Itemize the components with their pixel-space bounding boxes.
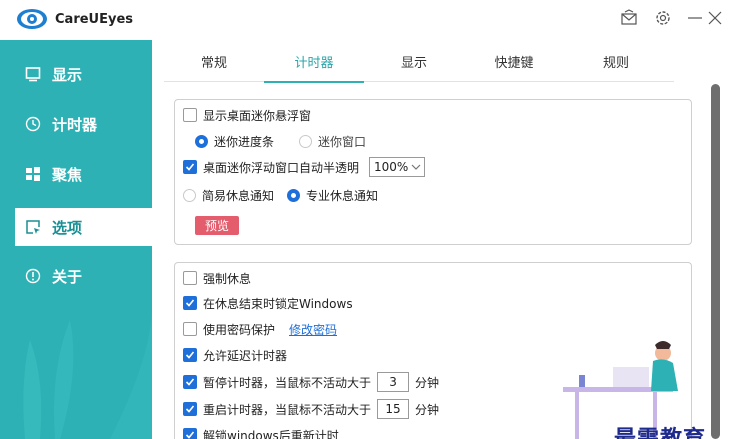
info-icon <box>24 267 42 285</box>
simple-notify-radio[interactable] <box>183 188 196 202</box>
mail-button[interactable] <box>617 6 641 30</box>
minimize-icon <box>688 17 702 19</box>
force-rest-option[interactable]: 强制休息 <box>183 268 251 288</box>
tab-rules[interactable]: 规则 <box>588 40 644 82</box>
gear-icon <box>656 11 670 25</box>
restart-timer-label: 重启计时器，当鼠标不活动大于 <box>203 402 372 417</box>
unlock-restart-label: 解锁windows后重新计时 <box>203 428 339 439</box>
checkmark-icon <box>185 405 195 413</box>
sidebar-item-label: 计时器 <box>52 115 98 134</box>
sidebar-item-label: 显示 <box>52 65 83 84</box>
semi-transparent-option[interactable]: 桌面迷你浮动窗口自动半透明 100% <box>183 157 426 177</box>
restart-timer-checkbox[interactable] <box>183 402 197 416</box>
unlock-restart-checkbox[interactable] <box>183 428 197 439</box>
opacity-value: 100% <box>374 160 409 174</box>
mini-window-label: 显示桌面迷你悬浮窗 <box>203 108 312 123</box>
mini-progress-option[interactable]: 迷你进度条 <box>195 131 274 151</box>
pause-unit-label: 分钟 <box>415 375 440 390</box>
semi-transparent-checkbox[interactable] <box>183 160 197 174</box>
password-label: 使用密码保护 <box>203 322 276 337</box>
app-logo-eye-icon <box>16 8 48 30</box>
grid-icon <box>24 165 42 183</box>
unlock-restart-option[interactable]: 解锁windows后重新计时 <box>183 425 339 439</box>
chevron-down-icon <box>411 164 421 170</box>
lock-windows-option[interactable]: 在休息结束时锁定Windows <box>183 293 353 313</box>
mini-window-option[interactable]: 显示桌面迷你悬浮窗 <box>183 105 311 125</box>
pause-timer-label: 暂停计时器，当鼠标不活动大于 <box>203 375 372 390</box>
tab-display[interactable]: 显示 <box>386 40 442 82</box>
checkmark-icon <box>185 351 195 359</box>
pause-minutes-input[interactable]: 3 <box>377 372 410 392</box>
preview-button[interactable]: 预览 <box>195 216 239 235</box>
sidebar-item-focus[interactable]: 聚焦 <box>0 155 152 193</box>
change-password-link[interactable]: 修改密码 <box>289 321 337 338</box>
scrollbar-thumb[interactable] <box>711 84 720 439</box>
restart-timer-option[interactable]: 重启计时器，当鼠标不活动大于 15 分钟 <box>183 399 439 419</box>
watermark: 最需教育 <box>614 426 707 439</box>
force-rest-label: 强制休息 <box>203 271 252 286</box>
sidebar-item-label: 聚焦 <box>52 165 83 184</box>
lock-windows-checkbox[interactable] <box>183 296 197 310</box>
simple-notify-option[interactable]: 简易休息通知 <box>183 185 274 205</box>
mini-window-checkbox[interactable] <box>183 108 197 122</box>
simple-notify-label: 简易休息通知 <box>202 188 275 203</box>
mini-window-option-label: 迷你窗口 <box>318 134 367 149</box>
mini-progress-label: 迷你进度条 <box>214 134 275 149</box>
allow-delay-label: 允许延迟计时器 <box>203 348 288 363</box>
allow-delay-option[interactable]: 允许延迟计时器 <box>183 345 287 365</box>
semi-transparent-label: 桌面迷你浮动窗口自动半透明 <box>203 160 360 175</box>
tab-general[interactable]: 常规 <box>186 40 242 82</box>
password-option[interactable]: 使用密码保护 修改密码 <box>183 319 337 339</box>
settings-button[interactable] <box>651 6 675 30</box>
mini-window-panel: 显示桌面迷你悬浮窗 迷你进度条 迷你窗口 桌面迷你浮动窗口自动半透明 100% … <box>174 99 692 245</box>
rest-settings-panel: 强制休息 在休息结束时锁定Windows 使用密码保护 修改密码 允许延迟计时器… <box>174 262 692 439</box>
monitor-icon <box>24 65 42 83</box>
cursor-window-icon <box>24 218 42 236</box>
pause-timer-checkbox[interactable] <box>183 375 197 389</box>
pause-timer-option[interactable]: 暂停计时器，当鼠标不活动大于 3 分钟 <box>183 372 439 392</box>
sidebar-item-display[interactable]: 显示 <box>0 55 152 93</box>
close-button[interactable] <box>703 6 727 30</box>
sidebar-item-label: 关于 <box>52 267 83 286</box>
checkmark-icon <box>185 378 195 386</box>
mini-window-type-option[interactable]: 迷你窗口 <box>299 131 366 151</box>
sidebar-item-options[interactable]: 选项 <box>15 208 152 246</box>
tab-hotkeys[interactable]: 快捷键 <box>484 40 544 82</box>
envelope-icon <box>621 9 637 25</box>
title-bar: CareUEyes <box>0 0 735 40</box>
sidebar: 显示 计时器 聚焦 选项 关于 <box>0 40 152 439</box>
scrollbar[interactable] <box>710 84 721 439</box>
checkmark-icon <box>185 163 195 171</box>
close-icon <box>708 11 722 25</box>
restart-minutes-input[interactable]: 15 <box>377 399 410 419</box>
force-rest-checkbox[interactable] <box>183 271 197 285</box>
clock-icon <box>24 115 42 133</box>
tab-timer[interactable]: 计时器 <box>264 40 364 83</box>
checkmark-icon <box>185 299 195 307</box>
mini-window-radio[interactable] <box>299 134 312 148</box>
allow-delay-checkbox[interactable] <box>183 348 197 362</box>
sidebar-item-label: 选项 <box>52 218 83 237</box>
app-title: CareUEyes <box>55 12 134 27</box>
pro-notify-radio[interactable] <box>287 188 300 202</box>
pro-notify-label: 专业休息通知 <box>306 188 379 203</box>
mini-progress-radio[interactable] <box>195 134 208 148</box>
sidebar-item-about[interactable]: 关于 <box>0 257 152 295</box>
password-checkbox[interactable] <box>183 322 197 336</box>
opacity-select[interactable]: 100% <box>369 157 426 177</box>
sidebar-item-timer[interactable]: 计时器 <box>0 105 152 143</box>
checkmark-icon <box>185 431 195 439</box>
lock-windows-label: 在休息结束时锁定Windows <box>203 296 353 311</box>
tab-bar: 常规 计时器 显示 快捷键 规则 <box>164 40 674 83</box>
restart-unit-label: 分钟 <box>415 402 440 417</box>
pro-notify-option[interactable]: 专业休息通知 <box>287 185 378 205</box>
